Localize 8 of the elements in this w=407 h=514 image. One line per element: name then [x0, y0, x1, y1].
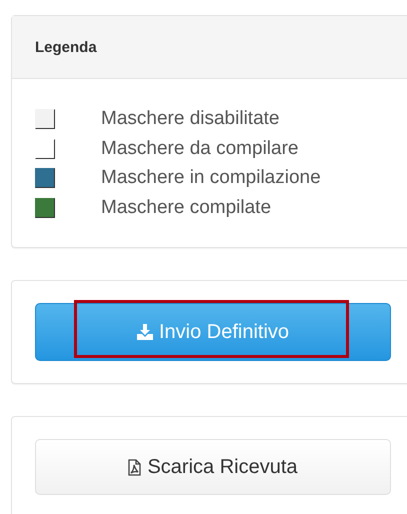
- legend-title: Legenda: [35, 38, 97, 56]
- legend-label: Maschere in compilazione: [101, 167, 321, 190]
- legend-label: Maschere da compilare: [101, 138, 298, 160]
- legend-label: Maschere compilate: [101, 196, 272, 219]
- pdf-file-icon: [128, 458, 142, 476]
- download-button[interactable]: Scarica Ricevuta: [35, 439, 391, 495]
- download-icon: [136, 324, 153, 340]
- legend-label: Maschere disabilitate: [101, 108, 280, 130]
